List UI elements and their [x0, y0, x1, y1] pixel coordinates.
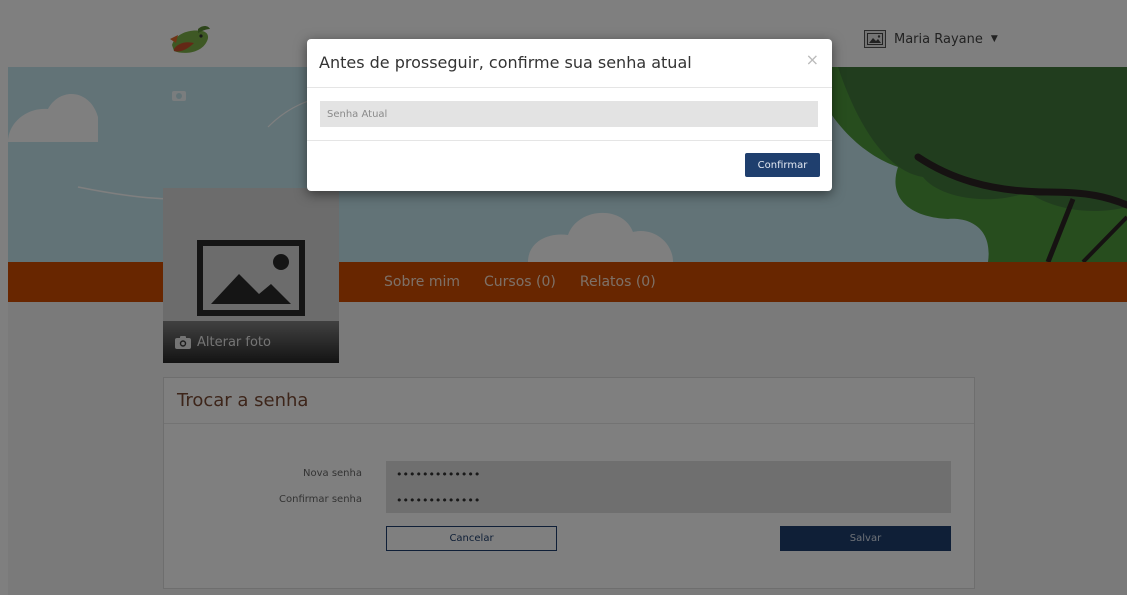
close-icon[interactable]: ×: [806, 50, 819, 69]
modal-title: Antes de prosseguir, confirme sua senha …: [319, 53, 692, 72]
confirm-password-modal: Antes de prosseguir, confirme sua senha …: [307, 39, 832, 191]
current-password-input[interactable]: [320, 101, 818, 127]
modal-divider: [307, 140, 832, 141]
modal-divider: [307, 87, 832, 88]
confirm-button[interactable]: Confirmar: [745, 153, 820, 177]
